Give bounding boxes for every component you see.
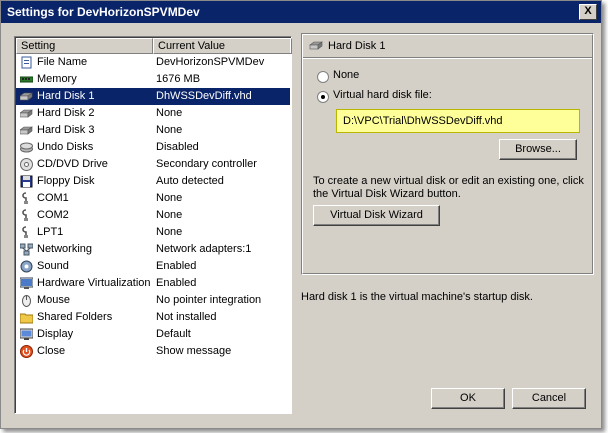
column-header-current-value[interactable]: Current Value — [153, 38, 292, 54]
settings-row-shared-folders[interactable]: Shared Folders Not installed — [16, 309, 290, 326]
settings-row-hard-disk-3[interactable]: Hard Disk 3 None — [16, 122, 290, 139]
floppy-icon — [20, 175, 33, 188]
setting-value: Secondary controller — [156, 158, 257, 170]
close-power-icon — [20, 345, 33, 358]
radio-none[interactable] — [317, 71, 329, 83]
setting-name: Networking — [37, 243, 93, 255]
startup-disk-note: Hard disk 1 is the virtual machine's sta… — [301, 291, 533, 303]
setting-value: DevHorizonSPVMDev — [156, 56, 265, 68]
setting-value: None — [156, 107, 183, 119]
settings-row-hard-disk-1[interactable]: Hard Disk 1 DhWSSDevDiff.vhd — [16, 88, 290, 105]
radio-virtual-hard-disk-file[interactable] — [317, 91, 329, 103]
settings-row-floppy-disk[interactable]: Floppy Disk Auto detected — [16, 173, 290, 190]
close-button[interactable]: X — [579, 4, 597, 20]
settings-row-com1[interactable]: COM1 None — [16, 190, 290, 207]
settings-row-mouse[interactable]: Mouse No pointer integration — [16, 292, 290, 309]
setting-name: CD/DVD Drive — [37, 158, 108, 170]
wizard-help-text: To create a new virtual disk or edit an … — [313, 175, 584, 200]
hard-disk-icon — [309, 41, 323, 50]
setting-name: Hardware Virtualization — [37, 277, 151, 289]
network-icon — [20, 243, 33, 256]
column-header-setting[interactable]: Setting — [16, 38, 153, 54]
radio-none-label[interactable]: None — [333, 69, 359, 81]
settings-row-hardware-virtualization[interactable]: Hardware Virtualization Enabled — [16, 275, 290, 292]
setting-value: Network adapters:1 — [156, 243, 252, 255]
setting-value: Default — [156, 328, 191, 340]
hard-disk-icon — [20, 126, 33, 135]
window-title: Settings for DevHorizonSPVMDev — [7, 5, 200, 19]
radio-virtual-hard-disk-file-label[interactable]: Virtual hard disk file: — [333, 89, 432, 101]
settings-row-com2[interactable]: COM2 None — [16, 207, 290, 224]
setting-name: Sound — [37, 260, 69, 272]
hard-disk-icon — [20, 92, 33, 101]
file-icon — [21, 56, 32, 69]
setting-name: COM1 — [37, 192, 69, 204]
setting-name: Close — [37, 345, 66, 357]
setting-value: None — [156, 226, 183, 238]
ok-button[interactable]: OK — [431, 388, 505, 409]
panel-divider — [303, 57, 592, 59]
setting-name: File Name — [37, 56, 88, 68]
setting-name: Mouse — [37, 294, 71, 306]
undo-disks-icon — [20, 142, 33, 153]
display-icon — [20, 328, 33, 340]
setting-value: No pointer integration — [156, 294, 262, 306]
list-header: Setting Current Value — [16, 38, 292, 54]
setting-name: Memory — [37, 73, 77, 85]
settings-row-file-name[interactable]: File Name DevHorizonSPVMDev — [16, 54, 290, 71]
panel-title: Hard Disk 1 — [328, 40, 386, 52]
setting-name: Display — [37, 328, 74, 340]
sound-icon — [20, 260, 33, 273]
hard-disk-panel: Hard Disk 1 None Virtual hard disk file:… — [301, 33, 594, 275]
setting-value: DhWSSDevDiff.vhd — [156, 90, 252, 102]
setting-value: Disabled — [156, 141, 199, 153]
setting-name: Undo Disks — [37, 141, 94, 153]
settings-row-cd-dvd-drive[interactable]: CD/DVD Drive Secondary controller — [16, 156, 290, 173]
setting-value: Enabled — [156, 260, 197, 272]
setting-name: LPT1 — [37, 226, 64, 238]
memory-icon — [20, 76, 33, 83]
settings-row-memory[interactable]: Memory 1676 MB — [16, 71, 290, 88]
settings-row-networking[interactable]: Networking Network adapters:1 — [16, 241, 290, 258]
setting-value: 1676 MB — [156, 73, 201, 85]
setting-name: COM2 — [37, 209, 69, 221]
setting-value: Not installed — [156, 311, 217, 323]
settings-row-hard-disk-2[interactable]: Hard Disk 2 None — [16, 105, 290, 122]
settings-row-display[interactable]: Display Default — [16, 326, 290, 343]
parallel-port-icon — [22, 226, 28, 238]
setting-value: Show message — [156, 345, 232, 357]
browse-button[interactable]: Browse... — [499, 139, 577, 160]
setting-name: Shared Folders — [37, 311, 113, 323]
setting-value: None — [156, 124, 183, 136]
serial-port-icon — [22, 192, 28, 204]
hard-disk-icon — [20, 109, 33, 118]
settings-list[interactable]: Setting Current Value File Name DevHorizo… — [14, 36, 292, 414]
setting-value: None — [156, 209, 183, 221]
setting-name: Hard Disk 1 — [37, 90, 95, 102]
setting-name: Hard Disk 2 — [37, 107, 95, 119]
setting-value: Auto detected — [156, 175, 224, 187]
settings-row-lpt1[interactable]: LPT1 None — [16, 224, 290, 241]
mouse-icon — [22, 295, 31, 307]
settings-row-close[interactable]: Close Show message — [16, 343, 290, 360]
setting-name: Hard Disk 3 — [37, 124, 95, 136]
title-bar[interactable]: Settings for DevHorizonSPVMDev X — [1, 1, 601, 23]
hardware-virtualization-icon — [20, 277, 33, 289]
shared-folder-icon — [20, 313, 33, 324]
virtual-hard-disk-path-field[interactable]: D:\VPC\Trial\DhWSSDevDiff.vhd — [336, 109, 580, 133]
virtual-disk-wizard-button[interactable]: Virtual Disk Wizard — [313, 205, 440, 226]
cancel-button[interactable]: Cancel — [512, 388, 586, 409]
settings-rows: File Name DevHorizonSPVMDev Memory 1676 MB H… — [16, 54, 290, 360]
setting-name: Floppy Disk — [37, 175, 95, 187]
setting-value: Enabled — [156, 277, 197, 289]
cd-dvd-icon — [20, 158, 33, 171]
settings-dialog: Settings for DevHorizonSPVMDev X Setting… — [0, 0, 602, 429]
setting-value: None — [156, 192, 183, 204]
settings-row-sound[interactable]: Sound Enabled — [16, 258, 290, 275]
serial-port-icon — [22, 209, 28, 221]
settings-row-undo-disks[interactable]: Undo Disks Disabled — [16, 139, 290, 156]
